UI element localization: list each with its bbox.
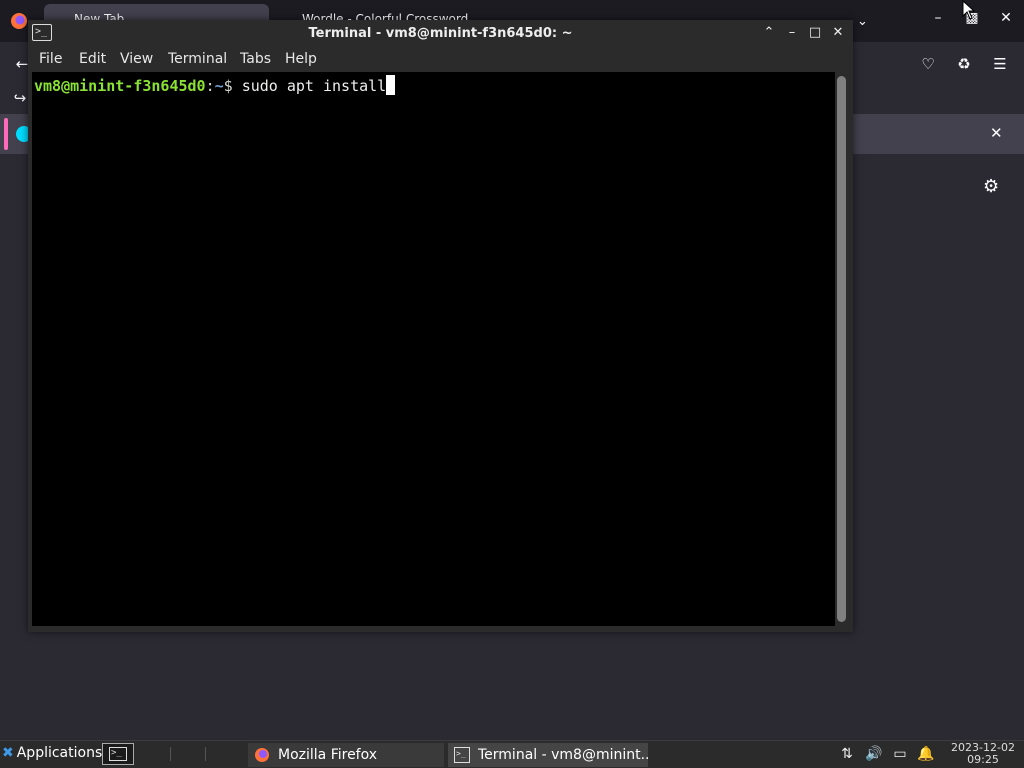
battery-icon[interactable]: ▭ [891,746,909,762]
terminal-launcher-button[interactable]: >_ [102,743,134,765]
task-label: Terminal - vm8@minint... [478,747,648,763]
prompt-symbol: $ [223,77,242,95]
terminal-menubar: File Edit View Terminal Tabs Help [28,48,853,72]
extensions-puzzle-icon[interactable]: ♻ [954,54,974,74]
typed-command: sudo apt install [241,77,387,95]
network-icon[interactable]: ⇅ [838,746,856,762]
shade-chevron-up-icon[interactable]: ⌃ [761,25,777,40]
menu-edit[interactable]: Edit [79,51,106,67]
menu-tabs[interactable]: Tabs [240,51,271,67]
task-label: Mozilla Firefox [278,747,378,763]
pocket-icon[interactable]: ♡ [918,54,938,74]
mouse-pointer-icon [962,0,976,20]
clock-time: 09:25 [967,753,999,766]
notice-close-icon[interactable]: ✕ [990,124,1003,142]
prompt-path: ~ [214,77,224,95]
list-all-tabs-chevron-icon[interactable]: ⌄ [857,14,868,29]
taskbar-task-terminal[interactable]: >_ Terminal - vm8@minint... [448,743,648,767]
scrollbar-thumb[interactable] [837,76,846,622]
terminal-scrollbar[interactable] [837,76,846,622]
minimize-icon[interactable]: – [928,10,948,26]
terminal-output-area[interactable]: vm8@minint-f3n645d0:~$ sudo apt install [32,72,835,626]
prompt-line: vm8@minint-f3n645d0:~$ sudo apt install [34,72,396,100]
terminal-icon: >_ [454,747,470,763]
menu-file[interactable]: File [39,51,62,67]
maximize-icon[interactable]: □ [807,25,823,40]
hamburger-menu-icon[interactable]: ☰ [990,54,1010,74]
gear-icon[interactable]: ⚙ [983,176,999,197]
terminal-titlebar[interactable]: >_ Terminal - vm8@minint-f3n645d0: ~ ⌃ –… [28,20,853,48]
close-icon[interactable]: ✕ [830,25,846,40]
menu-help[interactable]: Help [285,51,317,67]
firefox-logo-icon [11,13,27,29]
prompt-separator: : [205,77,215,95]
firefox-logo-icon [255,748,269,762]
menu-terminal[interactable]: Terminal [168,51,227,67]
applications-menu-button[interactable]: ✖ Applications [2,745,102,761]
notice-accent-bar [4,118,8,150]
text-cursor [386,75,396,95]
terminal-launcher-icon: >_ [109,747,127,761]
prompt-user-host: vm8@minint-f3n645d0 [34,77,206,95]
applications-label: Applications [16,745,103,761]
taskbar-separator [170,747,171,761]
taskbar: ✖ Applications >_ Mozilla Firefox >_ Term… [0,740,1024,768]
terminal-window: >_ Terminal - vm8@minint-f3n645d0: ~ ⌃ –… [28,20,853,632]
sign-in-icon[interactable]: ↪ [10,88,30,108]
close-icon[interactable]: ✕ [996,10,1016,26]
taskbar-task-firefox[interactable]: Mozilla Firefox [248,743,444,767]
xfce-logo-icon: ✖ [2,745,14,761]
clock[interactable]: 2023-12-02 09:25 [944,742,1022,766]
terminal-window-title: Terminal - vm8@minint-f3n645d0: ~ [308,26,573,41]
minimize-icon[interactable]: – [784,25,800,40]
volume-icon[interactable]: 🔊 [865,746,883,762]
taskbar-separator [205,747,206,761]
notification-bell-icon[interactable]: 🔔 [917,746,935,762]
menu-view[interactable]: View [120,51,153,67]
